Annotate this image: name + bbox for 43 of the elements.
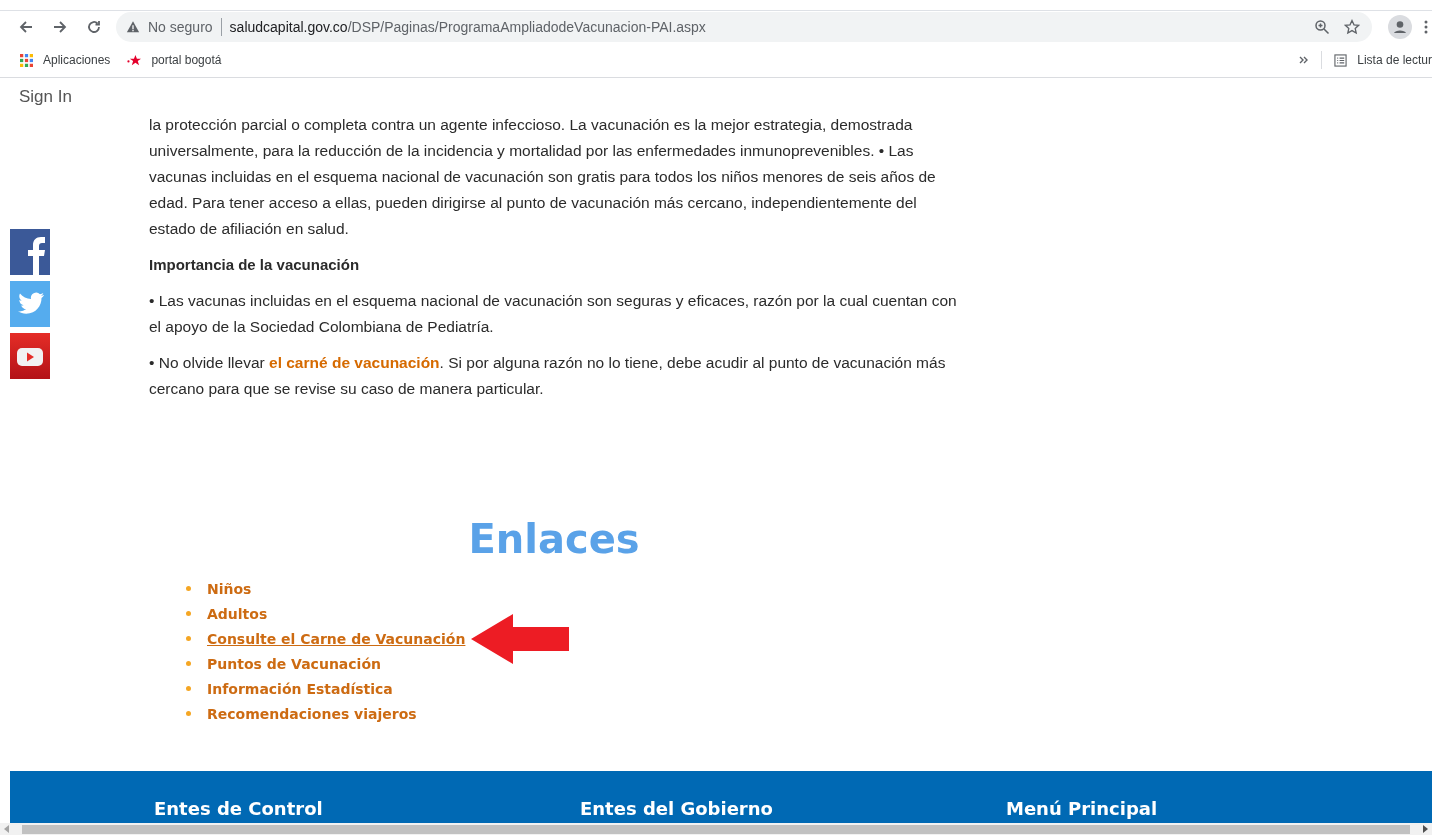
horizontal-scrollbar[interactable] — [0, 823, 1432, 835]
zoom-icon[interactable] — [1314, 19, 1330, 35]
bullet-dot — [186, 636, 191, 641]
sign-in-link[interactable]: Sign In — [19, 87, 72, 107]
bullet-dot — [186, 711, 191, 716]
star-icon[interactable] — [1344, 19, 1360, 35]
inline-link[interactable]: el carné de vacunación — [269, 354, 440, 371]
resource-link[interactable]: Adultos — [207, 605, 268, 622]
bullet-dot — [186, 586, 191, 591]
paragraph: la protección parcial o completa contra un agente infeccioso. La vacunación es la mejor estrategia, demostrada universalmente, para la reducción de la incidencia y mortalidad por las enfermedades inmunoprevenibles. • Las vacunas incluidas en el esquema nacional de vacunación son gratis para todos los niños menores de seis años de edad. Para tener acceso a ellas, pueden dirigirse al punto de vacunación más cercano, independientemente del estado de afiliación en salud. — [149, 115, 937, 239]
warning-icon — [126, 20, 140, 34]
resource-link[interactable]: Consulte el Carne de Vacunación — [207, 630, 466, 647]
list-icon[interactable] — [1334, 53, 1348, 67]
profile-icon[interactable] — [1388, 15, 1412, 39]
more-bookmarks-icon[interactable] — [1299, 56, 1310, 64]
security-label: No seguro — [148, 19, 213, 35]
resource-link[interactable]: Información Estadística — [207, 680, 393, 697]
bullet-dot — [186, 661, 191, 666]
youtube-icon[interactable] — [10, 333, 50, 379]
menu-icon[interactable] — [1424, 19, 1428, 35]
facebook-icon[interactable] — [10, 229, 50, 275]
reading-list-link[interactable]: Lista de lectur — [1357, 53, 1432, 67]
bullet-dot — [186, 611, 191, 616]
footer-heading: Entes de Control — [154, 799, 324, 819]
resource-link[interactable]: Recomendaciones viajeros — [207, 705, 417, 722]
links-heading: Enlaces — [467, 515, 641, 564]
address-bar[interactable]: No seguro saludcapital.gov.co/DSP/Paginas/ProgramaAmpliadodeVacunacion-PAI.aspx — [116, 12, 1372, 42]
footer-heading: Menú Principal — [1006, 799, 1159, 819]
forward-icon[interactable] — [52, 19, 68, 35]
bookmark-link[interactable]: portal bogotá — [151, 53, 222, 67]
section-heading: Importancia de la vacunación — [149, 255, 361, 275]
resource-link[interactable]: Niños — [207, 580, 252, 597]
url-text: saludcapital.gov.co/DSP/Paginas/ProgramaAmpliadodeVacunacion-PAI.aspx — [229, 19, 706, 35]
scroll-right-icon[interactable] — [1422, 825, 1428, 833]
apps-grid-icon[interactable] — [20, 53, 33, 67]
paragraph: • Las vacunas incluidas en el esquema nacional de vacunación son seguras y eficaces, razón por la cual cuentan con el apoyo de la Sociedad Colombiana de Pediatría. — [149, 291, 958, 337]
paragraph: • No olvide llevar el carné de vacunación. Si por alguna razón no lo tiene, debe acudir al punto de vacunación más cercano para que se revise su caso de manera particular. — [149, 353, 947, 399]
back-icon[interactable] — [18, 19, 34, 35]
resource-link[interactable]: Puntos de Vacunación — [207, 655, 381, 672]
reload-icon[interactable] — [86, 19, 102, 35]
footer-heading: Entes del Gobierno — [580, 799, 774, 819]
bullet-dot — [186, 686, 191, 691]
bookmark-link[interactable]: Aplicaciones — [43, 53, 111, 67]
